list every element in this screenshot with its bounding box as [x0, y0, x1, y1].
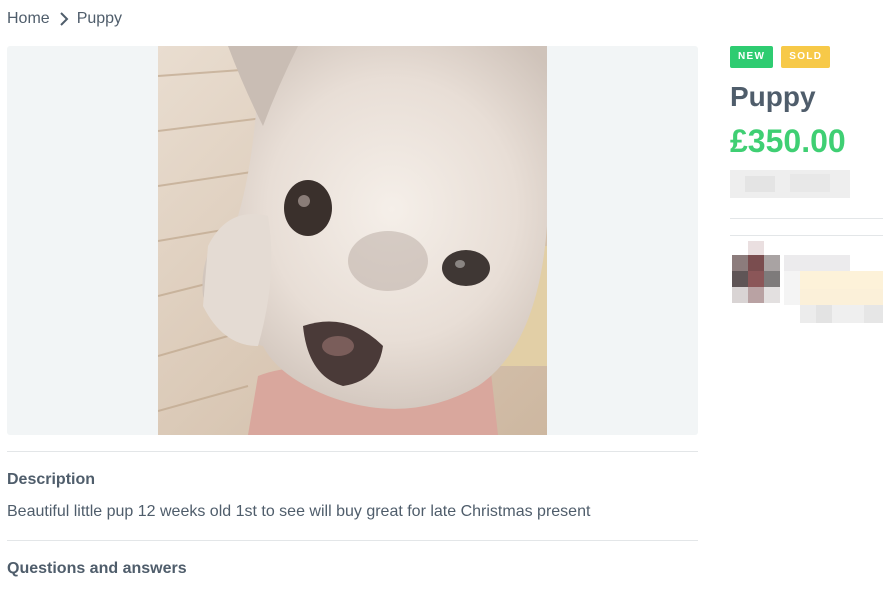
sold-badge: SOLD [781, 46, 831, 68]
description-heading: Description [7, 471, 96, 488]
listing-price: £350.00 [730, 123, 846, 159]
new-badge: NEW [730, 46, 774, 68]
description-text: Beautiful little pup 12 weeks old 1st to… [7, 503, 591, 520]
chevron-right-icon [56, 11, 72, 27]
breadcrumb-current: Puppy [76, 10, 123, 27]
side-divider-bottom [730, 235, 883, 236]
seller-profile[interactable] [732, 241, 883, 325]
side-divider-top [730, 218, 883, 219]
seller-name-redacted [784, 255, 883, 325]
listing-title: Puppy [730, 81, 816, 112]
breadcrumb: Home Puppy [7, 8, 122, 30]
photo-gallery [7, 46, 698, 435]
questions-heading[interactable]: Questions and answers [7, 560, 187, 578]
breadcrumb-home-link[interactable]: Home [7, 10, 50, 28]
questions-divider [7, 540, 698, 541]
avatar [732, 241, 780, 307]
listing-photo[interactable] [158, 46, 547, 435]
description-divider [7, 451, 698, 452]
status-badges: NEW SOLD [730, 46, 831, 68]
